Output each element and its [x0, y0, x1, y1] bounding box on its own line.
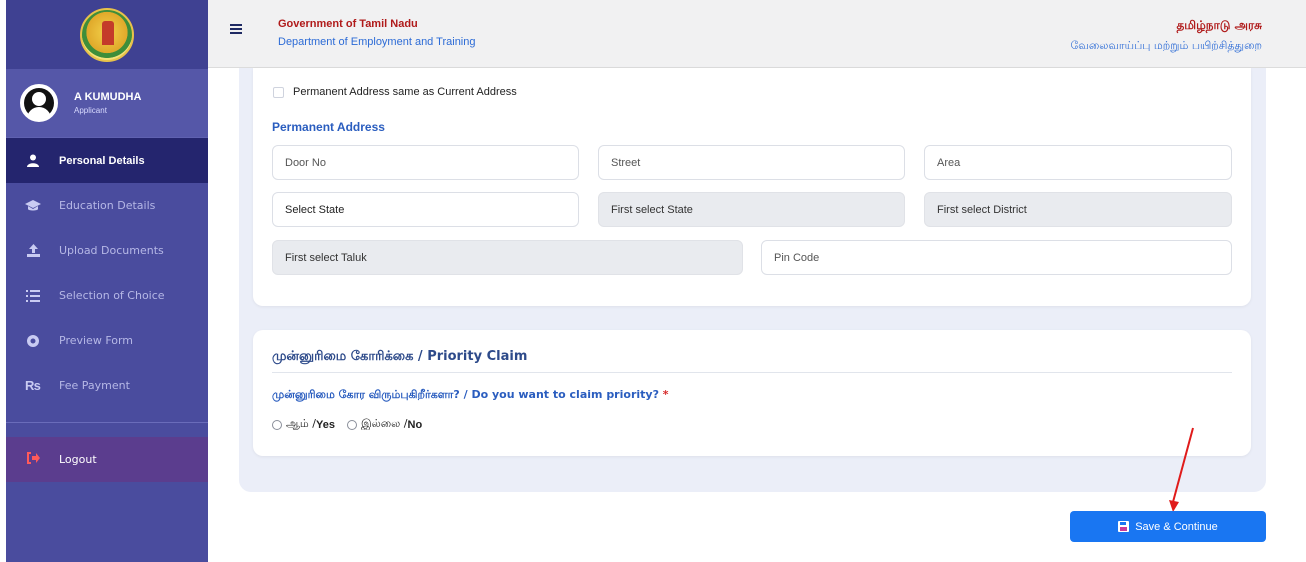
village-select[interactable]: First select Taluk — [272, 240, 743, 275]
user-icon — [25, 153, 41, 169]
state-select[interactable]: Select State — [272, 192, 579, 227]
section-title: Permanent Address — [272, 120, 385, 134]
logout-label: Logout — [59, 453, 97, 466]
street-input[interactable]: Street — [598, 145, 905, 180]
taluk-value: First select District — [937, 203, 1027, 216]
tamil-nadu-emblem-logo — [80, 7, 134, 62]
priority-question-text: முன்னுரிமை கோர விரும்புகிறீர்களா? / Do y… — [272, 388, 659, 401]
logo-area — [6, 0, 208, 69]
user-profile: A KUMUDHA Applicant — [6, 69, 208, 138]
sidebar-item-education-details[interactable]: Education Details — [6, 183, 208, 228]
required-asterisk: * — [662, 388, 669, 401]
annotation-arrow-icon — [1169, 427, 1194, 512]
street-placeholder: Street — [611, 156, 641, 169]
department-title-en: Department of Employment and Training — [278, 36, 476, 48]
priority-yes-radio[interactable] — [272, 419, 282, 430]
graduation-cap-icon — [25, 198, 41, 214]
priority-yes-option[interactable]: ஆம் / Yes — [272, 417, 335, 432]
eye-icon — [25, 333, 41, 349]
priority-no-label-en: No — [407, 418, 423, 431]
sidebar-item-label: Education Details — [59, 199, 156, 212]
government-title-en: Government of Tamil Nadu — [278, 18, 418, 30]
priority-yes-label-en: Yes — [315, 418, 335, 431]
hamburger-menu-icon[interactable] — [230, 24, 242, 34]
area-input[interactable]: Area — [924, 145, 1232, 180]
sidebar-item-label: Personal Details — [59, 154, 145, 167]
department-title-ta: வேலைவாய்ப்பு மற்றும் பயிற்சித்துறை — [1070, 39, 1262, 52]
village-value: First select Taluk — [285, 251, 367, 264]
sidebar-item-label: Selection of Choice — [59, 289, 165, 302]
area-placeholder: Area — [937, 156, 961, 169]
same-address-label: Permanent Address same as Current Addres… — [293, 86, 517, 98]
priority-yes-label-ta: ஆம் / — [286, 417, 316, 430]
sidebar-item-upload-documents[interactable]: Upload Documents — [6, 228, 208, 273]
avatar — [20, 84, 58, 122]
list-icon — [25, 288, 41, 304]
sidebar-item-label: Fee Payment — [59, 379, 130, 392]
sidebar-item-label: Upload Documents — [59, 244, 164, 257]
main-content: Permanent Address same as Current Addres… — [208, 68, 1306, 562]
priority-no-label-ta: இல்லை / — [360, 417, 408, 430]
sidebar-item-fee-payment[interactable]: ₨ Fee Payment — [6, 363, 208, 408]
same-address-checkbox[interactable] — [273, 86, 284, 98]
priority-claim-card: முன்னுரிமை கோரிக்கை / Priority Claim முன… — [253, 330, 1251, 456]
pin-code-input[interactable]: Pin Code — [761, 240, 1232, 275]
district-select[interactable]: First select State — [598, 192, 905, 227]
save-continue-label: Save & Continue — [1135, 520, 1218, 533]
user-name: A KUMUDHA — [74, 91, 142, 103]
priority-no-radio[interactable] — [346, 419, 357, 430]
sidebar-item-selection-of-choice[interactable]: Selection of Choice — [6, 273, 208, 318]
door-no-input[interactable]: Door No — [272, 145, 579, 180]
sidebar-item-preview-form[interactable]: Preview Form — [6, 318, 208, 363]
sidebar-item-label: Preview Form — [59, 334, 134, 347]
district-value: First select State — [611, 203, 693, 216]
taluk-select[interactable]: First select District — [924, 192, 1232, 227]
divider — [272, 372, 1232, 373]
priority-title: முன்னுரிமை கோரிக்கை / Priority Claim — [272, 349, 528, 364]
floppy-disk-icon — [1118, 521, 1130, 532]
user-role: Applicant — [74, 106, 107, 115]
government-title-ta: தமிழ்நாடு அரசு — [1176, 18, 1262, 32]
priority-no-option[interactable]: இல்லை / No — [346, 417, 423, 432]
sidebar-divider — [6, 422, 208, 423]
top-header: Government of Tamil Nadu Department of E… — [208, 0, 1306, 68]
permanent-address-card: Permanent Address same as Current Addres… — [253, 68, 1251, 306]
logout-icon — [25, 451, 41, 468]
sidebar: A KUMUDHA Applicant Personal Details Edu… — [6, 0, 208, 562]
logout-button[interactable]: Logout — [6, 437, 208, 482]
upload-icon — [25, 243, 41, 259]
priority-radio-group: ஆம் / Yes இல்லை / No — [272, 417, 434, 432]
rupee-icon: ₨ — [25, 378, 41, 393]
save-continue-button[interactable]: Save & Continue — [1070, 511, 1266, 542]
sidebar-item-personal-details[interactable]: Personal Details — [6, 138, 208, 183]
door-no-placeholder: Door No — [285, 156, 326, 169]
pin-code-placeholder: Pin Code — [774, 251, 820, 264]
same-address-row: Permanent Address same as Current Addres… — [273, 86, 517, 98]
state-value: Select State — [285, 203, 345, 216]
priority-question: முன்னுரிமை கோர விரும்புகிறீர்களா? / Do y… — [272, 388, 669, 403]
